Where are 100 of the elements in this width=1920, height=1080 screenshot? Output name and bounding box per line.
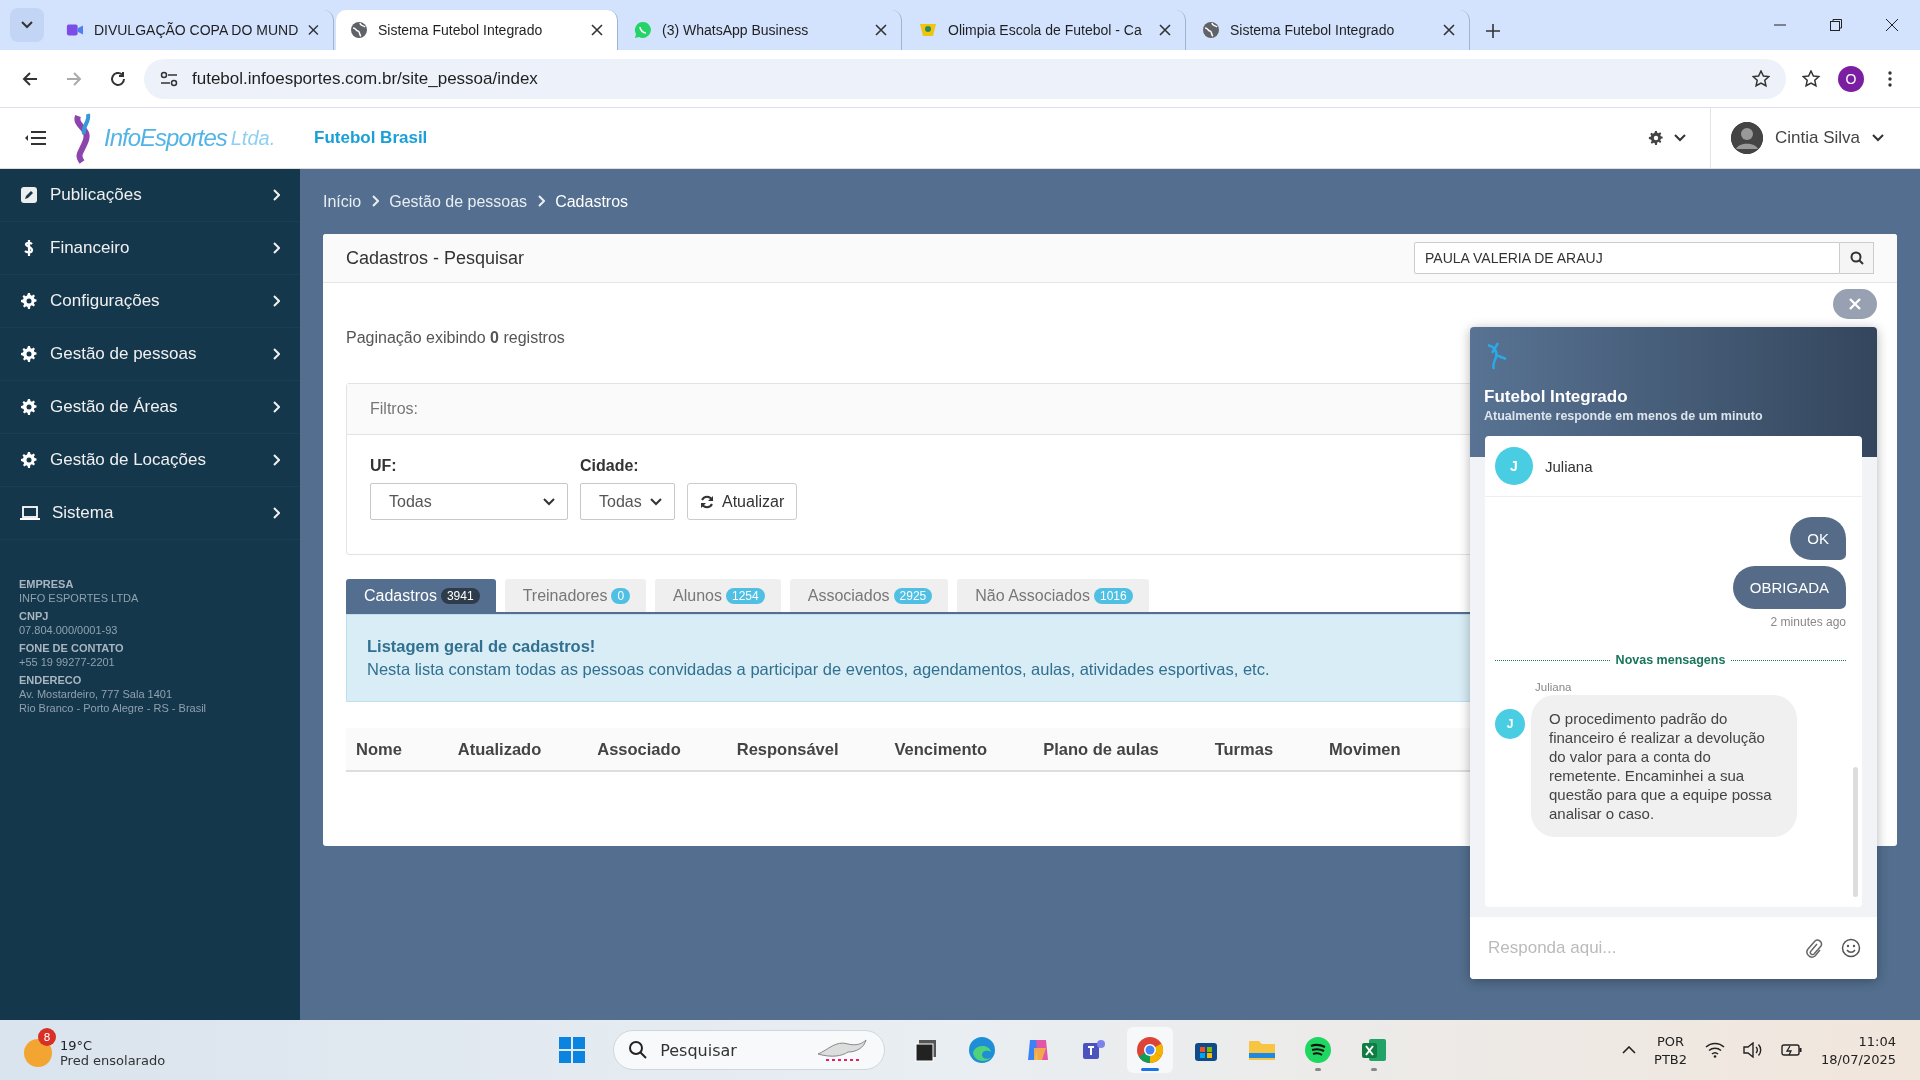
info-label: CNPJ [19,610,50,622]
info-label: EMPRESA [19,578,75,590]
logo-text: InfoEsportes [104,124,227,152]
taskbar-search[interactable]: Pesquisar [613,1030,886,1070]
tab[interactable]: Alunos 1254 [655,579,781,612]
pagination-text: Paginação exibindo 0 registros [346,329,565,347]
gear-icon [20,345,38,363]
chevron-right-icon [272,295,280,307]
address-bar[interactable]: futebol.infoesportes.com.br/site_pessoa/index [144,58,1786,99]
breadcrumb-separator-icon [537,194,546,207]
language-indicator[interactable]: POR PTB2 [1654,1033,1688,1067]
select-dropdown[interactable]: Todas [370,483,568,520]
sidebar-item[interactable]: Gestão de Locações [0,434,300,487]
battery-icon[interactable] [1781,1043,1804,1057]
chevron-down-icon [650,497,662,506]
sidebar-item[interactable]: Gestão de Áreas [0,381,300,434]
field-label: UF: [370,457,398,475]
sidebar-item[interactable]: Gestão de pessoas [0,328,300,381]
sender-avatar: J [1495,709,1525,739]
tab[interactable]: Não Associados 1016 [957,579,1149,612]
close-icon[interactable] [1443,24,1455,36]
scrollbar[interactable] [1853,767,1858,897]
column-header: Responsável [736,739,840,759]
tab[interactable]: Treinadores 0 [504,579,647,612]
clock-time[interactable]: 11:04 [1858,1033,1896,1049]
emoji-button[interactable] [1841,938,1861,958]
chevron-right-icon [272,507,280,519]
close-icon[interactable] [591,24,603,36]
site-settings-icon [160,70,178,87]
breadcrumb-link[interactable]: Início [323,192,362,211]
info-value: Av. Mostardeiro, 777 Sala 1401 [19,688,174,700]
refresh-button[interactable]: Atualizar [687,483,798,520]
search-field[interactable]: PAULA VALERIA DE ARAUJ [1414,242,1840,274]
star-icon[interactable] [1752,69,1770,88]
tab[interactable]: Associados 2925 [789,579,949,612]
breadcrumb-separator-icon [371,194,380,207]
folder-icon [1248,1038,1277,1062]
user-menu[interactable]: Cintia Silva [1709,108,1920,168]
count-badge: 3941 [440,587,480,604]
reply-input[interactable]: Responda aqui... [1486,937,1787,959]
search-icon [628,1040,649,1060]
edit-icon [20,186,38,204]
notification-badge: 8 [38,1028,56,1046]
reply-field[interactable]: Responda aqui... [1470,917,1877,979]
tab-list-button[interactable] [10,8,44,42]
forward-arrow-icon [66,70,82,87]
close-icon[interactable] [308,24,319,36]
close-icon[interactable] [1159,24,1171,36]
message-time: 2 minutes ago [1770,615,1846,629]
paperclip-icon [1805,938,1823,958]
column-header: Vencimento [894,739,989,759]
column-header: Movimen [1329,739,1402,759]
chevron-right-icon [272,401,280,413]
laptop-icon [20,505,40,521]
sidebar-item[interactable]: Publicações [0,169,300,222]
chevron-right-icon [272,242,280,254]
avatar-icon [1730,122,1763,154]
alert-text: Nesta lista constam todas as pessoas convidadas a participar de eventos, agendamentos, aulas, atividades esportivas, etc. [367,660,1270,678]
gear-icon [20,292,38,310]
profile-button[interactable]: O [1838,65,1864,92]
attach-button[interactable] [1805,938,1823,958]
count-badge: 1254 [726,587,765,604]
gear-icon [20,398,38,416]
temperature: 19°C [60,1038,94,1053]
browser-tab[interactable]: Sistema Futebol Integrado [336,10,618,50]
gear-icon [20,451,38,469]
chevron-up-icon[interactable] [1622,1046,1637,1054]
search-input[interactable]: Pesquisar [658,1039,805,1061]
info-value: +55 19 99277-2201 [19,656,116,668]
new-messages-divider: Novas mensagens [1615,653,1726,667]
agent-avatar: J [1495,447,1533,485]
close-icon [1849,298,1861,310]
column-header: Atualizado [457,739,543,759]
close-icon[interactable] [875,24,887,36]
count-badge: 2925 [893,587,933,604]
weather-widget[interactable]: 8 19°C Pred ensolarado [0,1028,170,1072]
wifi-icon[interactable] [1705,1042,1726,1058]
minimize-icon [1774,24,1786,26]
speaker-icon[interactable] [1743,1042,1764,1058]
select-dropdown[interactable]: Todas [580,483,675,520]
info-value: INFO ESPORTES LTDA [19,592,140,604]
spreadsheet-icon [1360,1036,1389,1064]
restore-icon [1830,19,1842,31]
tab[interactable]: Cadastros 3941 [346,579,496,612]
search-icon [1849,251,1864,265]
sidebar-item[interactable]: Configurações [0,275,300,328]
search-button[interactable] [1840,242,1874,274]
chat-bubble-icon [634,21,652,39]
back-arrow-icon [22,70,38,87]
column-header: Associado [597,739,682,759]
globe-icon [350,21,368,39]
count-badge: 0 [611,587,631,604]
chevron-right-icon [272,454,280,466]
sender-name: Juliana [1535,681,1573,693]
breadcrumb-link[interactable]: Gestão de pessoas [389,192,528,211]
clock-date[interactable]: 18/07/2025 [1821,1051,1896,1067]
chevron-down-icon [1872,134,1884,142]
smiley-icon [1841,938,1861,958]
plus-icon [1486,24,1500,38]
sound-waves-icon [1304,1036,1333,1064]
